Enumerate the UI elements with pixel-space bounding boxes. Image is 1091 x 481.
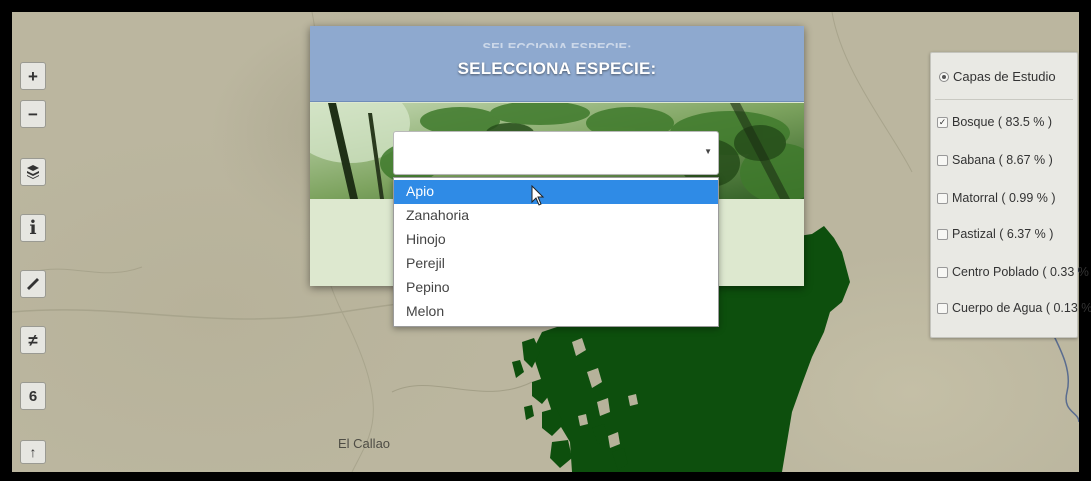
layers-panel-title: Capas de Estudio <box>953 69 1056 84</box>
upload-button[interactable]: ↑ <box>20 440 46 464</box>
radio-icon[interactable] <box>939 71 949 82</box>
modal-title-shadow: SELECCIONA ESPECIE: <box>482 40 632 48</box>
modal-header: SELECCIONA ESPECIE: SELECCIONA ESPECIE: <box>310 26 804 102</box>
layer-label: Cuerpo de Agua ( 0.13 % ) <box>952 301 1091 315</box>
layers-button[interactable] <box>20 158 46 186</box>
checkbox-icon[interactable] <box>937 154 948 166</box>
checkbox-icon[interactable] <box>937 192 948 204</box>
layers-icon <box>27 165 39 179</box>
layer-item-bosque[interactable]: ✓ Bosque ( 83.5 % ) <box>937 115 1052 129</box>
option-hinojo[interactable]: Hinojo <box>394 228 718 252</box>
mouse-cursor-icon <box>531 185 545 206</box>
species-options-list: Apio Zanahoria Hinojo Perejil Pepino Mel… <box>393 177 719 327</box>
modal-title: SELECCIONA ESPECIE: <box>457 59 657 78</box>
checkbox-icon[interactable] <box>937 266 948 278</box>
layers-divider <box>935 99 1073 100</box>
compare-button[interactable]: ≠ <box>20 326 46 354</box>
layer-item-cuerpo-de-agua[interactable]: Cuerpo de Agua ( 0.13 % ) <box>937 301 1091 315</box>
checkbox-icon[interactable] <box>937 228 948 240</box>
ruler-icon <box>27 278 39 290</box>
layers-panel-header[interactable]: Capas de Estudio <box>939 69 1056 84</box>
six-icon: 6 <box>28 387 38 405</box>
layers-panel: Capas de Estudio ✓ Bosque ( 83.5 % ) Sab… <box>930 52 1091 338</box>
option-apio[interactable]: Apio <box>394 180 718 204</box>
layer-label: Sabana ( 8.67 % ) <box>952 153 1053 167</box>
minus-icon: − <box>28 104 38 124</box>
city-label: El Callao <box>338 436 391 451</box>
upload-icon: ↑ <box>29 444 37 460</box>
plus-icon: + <box>28 66 38 86</box>
zoom-out-button[interactable]: − <box>20 100 46 128</box>
info-icon: i <box>29 216 37 239</box>
checkbox-checked-icon[interactable]: ✓ <box>937 116 948 128</box>
dropdown-arrow-icon: ▼ <box>704 147 712 156</box>
layer-label: Matorral ( 0.99 % ) <box>952 191 1056 205</box>
tool-6-button[interactable]: 6 <box>20 382 46 410</box>
zoom-in-button[interactable]: + <box>20 62 46 90</box>
species-select[interactable]: ▼ <box>393 131 719 175</box>
layer-item-sabana[interactable]: Sabana ( 8.67 % ) <box>937 153 1053 167</box>
option-perejil[interactable]: Perejil <box>394 252 718 276</box>
measure-button[interactable] <box>20 270 46 298</box>
option-zanahoria[interactable]: Zanahoria <box>394 204 718 228</box>
screenshot-frame: + − i ≠ 6 ↑ El Callao Capas de Estudio ✓… <box>0 0 1091 481</box>
layer-item-matorral[interactable]: Matorral ( 0.99 % ) <box>937 191 1056 205</box>
layer-label: Pastizal ( 6.37 % ) <box>952 227 1054 241</box>
checkbox-icon[interactable] <box>937 302 948 314</box>
layer-label: Bosque ( 83.5 % ) <box>952 115 1053 129</box>
option-pepino[interactable]: Pepino <box>394 276 718 300</box>
layer-item-centro-poblado[interactable]: Centro Poblado ( 0.33 % ) <box>937 265 1091 279</box>
layer-item-pastizal[interactable]: Pastizal ( 6.37 % ) <box>937 227 1053 241</box>
layer-label: Centro Poblado ( 0.33 % ) <box>952 265 1091 279</box>
info-button[interactable]: i <box>20 214 46 242</box>
not-equal-icon: ≠ <box>28 330 38 350</box>
option-melon[interactable]: Melon <box>394 300 718 324</box>
